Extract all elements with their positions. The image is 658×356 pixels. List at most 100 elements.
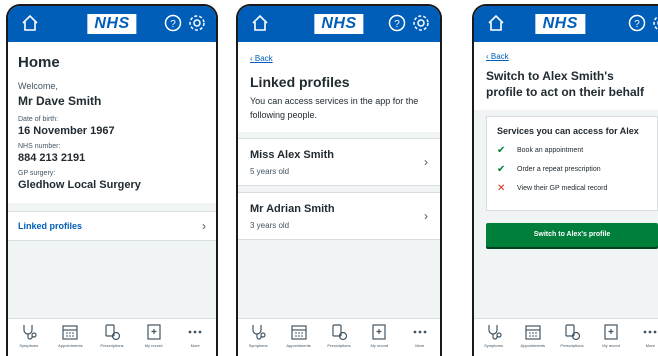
nav-symptoms[interactable]: Symptoms: [476, 323, 512, 348]
service-label: Order a repeat prescription: [517, 166, 601, 173]
pills-icon: [332, 324, 348, 341]
help-icon[interactable]: ?: [164, 14, 182, 32]
profile-age: 3 years old: [250, 220, 290, 230]
nav-my-record[interactable]: My record: [136, 323, 172, 348]
profile-item-alex[interactable]: Miss Alex Smith 5 years old ›: [238, 138, 440, 186]
nhs-number-label: NHS number:: [18, 143, 61, 150]
nav-my-record-label: My record: [602, 343, 621, 348]
nav-appointments-label: Appointments: [520, 343, 546, 348]
nav-appointments[interactable]: Appointments: [515, 323, 551, 348]
nav-prescriptions[interactable]: Prescriptions: [554, 323, 590, 348]
phone-switch-profile-screen: NHS ? ‹ Back Switch to Alex Smith's prof…: [472, 4, 658, 356]
nav-prescriptions-label: Prescriptions: [560, 343, 584, 348]
nhs-logo[interactable]: NHS: [535, 14, 585, 34]
home-icon[interactable]: [250, 13, 270, 33]
linked-profiles-link[interactable]: Linked profiles ›: [8, 211, 216, 241]
back-link[interactable]: ‹ Back: [250, 46, 428, 66]
app-header: NHS ?: [8, 6, 216, 42]
phone-linked-profiles-screen: NHS ? ‹ Back Linked profiles You can acc…: [236, 4, 442, 356]
service-item: ✔ Book an appointment: [497, 145, 647, 156]
home-icon[interactable]: [20, 13, 40, 33]
dob-label: Date of birth:: [18, 116, 59, 123]
stethoscope-icon: [487, 325, 502, 340]
page-title-line-2: profile to act on their behalf: [486, 85, 645, 99]
gp-surgery-label: GP surgery:: [18, 170, 56, 177]
nhs-logo[interactable]: NHS: [314, 14, 364, 34]
nav-symptoms[interactable]: Symptoms: [11, 323, 47, 348]
chevron-right-icon: ›: [424, 209, 428, 223]
nav-prescriptions[interactable]: Prescriptions: [321, 323, 357, 348]
record-icon: [372, 324, 386, 340]
nav-appointments[interactable]: Appointments: [281, 323, 317, 348]
services-title: Services you can access for Alex: [497, 126, 639, 136]
service-label: Book an appointment: [517, 147, 584, 154]
nav-more-label: More: [190, 343, 200, 348]
nav-prescriptions-label: Prescriptions: [327, 343, 351, 348]
back-link[interactable]: ‹ Back: [486, 44, 658, 64]
more-dots-icon: [188, 330, 202, 334]
phone-home-screen: NHS ? Home Welcome, Mr Dave Smith Date o…: [6, 4, 218, 356]
nav-symptoms-label: Symptoms: [19, 343, 39, 348]
nav-appointments-label: Appointments: [286, 343, 311, 348]
nav-symptoms-label: Symptoms: [248, 343, 268, 348]
nav-more[interactable]: More: [402, 323, 438, 348]
svg-text:?: ?: [170, 19, 176, 30]
nav-more[interactable]: More: [632, 323, 658, 348]
settings-gear-icon[interactable]: [412, 14, 430, 32]
nav-appointments[interactable]: Appointments: [52, 323, 88, 348]
profile-name: Miss Alex Smith: [250, 148, 334, 161]
check-icon: ✔: [497, 164, 506, 175]
svg-text:?: ?: [634, 19, 640, 30]
welcome-text: Welcome,: [18, 81, 58, 91]
profile-item-adrian[interactable]: Mr Adrian Smith 3 years old ›: [238, 192, 440, 240]
page-title: Home: [18, 54, 60, 71]
back-link-label: Back: [490, 52, 509, 61]
record-icon: [604, 324, 618, 340]
cross-icon: ✕: [497, 183, 506, 194]
switch-profile-header: ‹ Back Switch to Alex Smith's profile to…: [474, 42, 658, 110]
gp-surgery-value: Gledhow Local Surgery: [18, 179, 141, 191]
linked-profiles-header: ‹ Back Linked profiles You can access se…: [238, 42, 440, 132]
service-item: ✕ View their GP medical record: [497, 183, 647, 194]
switch-profile-button[interactable]: Switch to Alex's profile: [486, 223, 658, 247]
nav-symptoms[interactable]: Symptoms: [240, 323, 276, 348]
calendar-icon: [62, 325, 78, 340]
page-description: You can access services in the app for t…: [250, 96, 419, 120]
nav-more-label: More: [645, 343, 655, 348]
svg-text:?: ?: [394, 19, 400, 30]
nav-my-record[interactable]: My record: [593, 323, 629, 348]
pills-icon: [105, 324, 121, 341]
user-name: Mr Dave Smith: [18, 94, 102, 108]
bottom-navbar: Symptoms Appointments Prescriptions My r…: [238, 318, 440, 356]
nav-symptoms-label: Symptoms: [484, 343, 504, 348]
stethoscope-icon: [252, 325, 266, 340]
settings-gear-icon[interactable]: [188, 14, 206, 32]
calendar-icon: [290, 325, 307, 340]
profile-age: 5 years old: [250, 166, 290, 176]
service-item: ✔ Order a repeat prescription: [497, 164, 647, 175]
home-card: Home Welcome, Mr Dave Smith Date of birt…: [8, 42, 216, 203]
profile-name: Mr Adrian Smith: [250, 202, 335, 215]
nav-my-record[interactable]: My record: [361, 323, 397, 348]
pills-icon: [565, 324, 581, 341]
chevron-right-icon: ›: [202, 219, 206, 233]
help-icon[interactable]: ?: [388, 14, 406, 32]
nav-prescriptions[interactable]: Prescriptions: [94, 323, 130, 348]
help-icon[interactable]: ?: [628, 14, 646, 32]
app-header: NHS ?: [238, 6, 440, 42]
home-icon[interactable]: [486, 13, 506, 33]
dob-value: 16 November 1967: [18, 125, 115, 137]
settings-gear-icon[interactable]: [652, 14, 658, 32]
nhs-logo[interactable]: NHS: [87, 14, 137, 34]
nav-more-label: More: [415, 343, 425, 348]
bottom-navbar: Symptoms Appointments Prescriptions My r…: [8, 318, 216, 356]
nav-my-record-label: My record: [370, 343, 389, 348]
nav-prescriptions-label: Prescriptions: [100, 343, 124, 348]
page-title: Linked profiles: [250, 74, 350, 90]
chevron-right-icon: ›: [424, 155, 428, 169]
app-header: NHS ?: [474, 6, 658, 42]
nav-appointments-label: Appointments: [58, 343, 83, 348]
check-icon: ✔: [497, 145, 506, 156]
nav-more[interactable]: More: [177, 323, 213, 348]
calendar-icon: [525, 325, 541, 340]
